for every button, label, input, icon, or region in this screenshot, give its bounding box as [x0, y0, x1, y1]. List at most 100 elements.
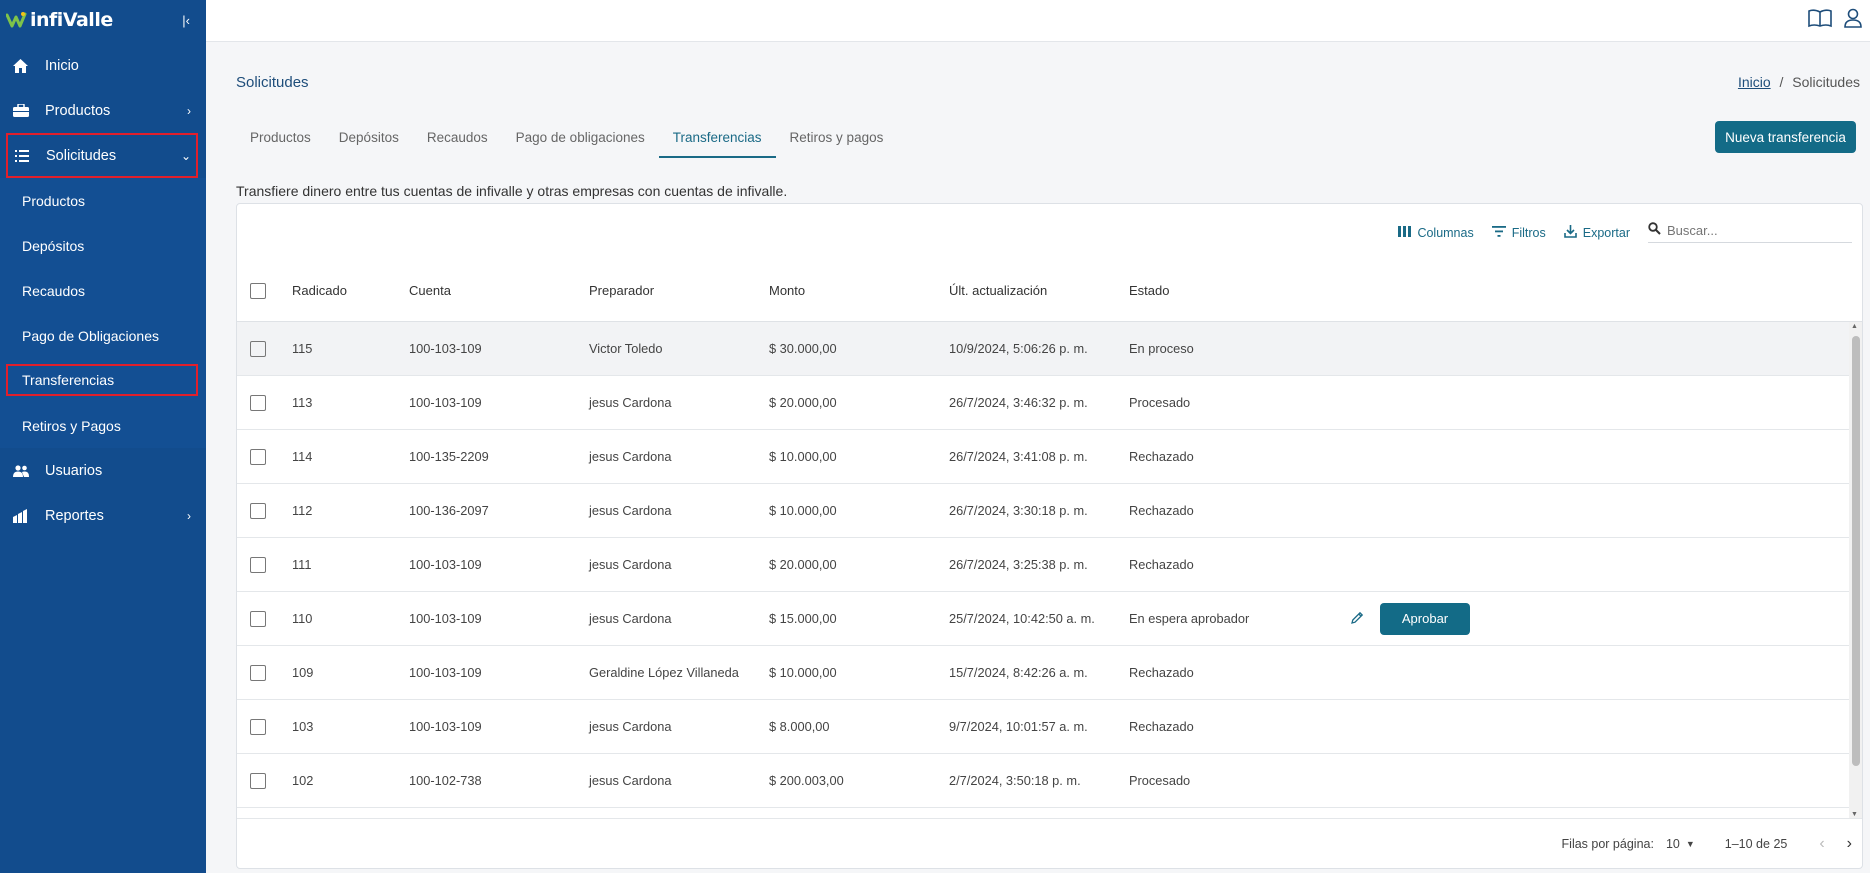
next-page-icon[interactable]: ›: [1847, 835, 1852, 853]
columns-button[interactable]: Columnas: [1398, 225, 1474, 240]
sidebar-header: infiValle |‹: [0, 0, 206, 40]
user-icon[interactable]: [1844, 8, 1862, 33]
table-row[interactable]: 112 100-136-2097 jesus Cardona $ 10.000,…: [237, 484, 1851, 538]
row-checkbox[interactable]: [250, 502, 266, 519]
scrollbar-thumb[interactable]: [1852, 336, 1860, 766]
chart-icon: [12, 507, 29, 524]
app-logo[interactable]: infiValle: [6, 9, 113, 31]
row-checkbox[interactable]: [250, 448, 266, 465]
filters-button[interactable]: Filtros: [1491, 225, 1546, 240]
column-header-cuenta[interactable]: Cuenta: [409, 283, 589, 298]
cell-radicado: 110: [292, 611, 313, 626]
cell-cuenta: 100-136-2097: [409, 503, 489, 518]
cell-actualizacion: 2/7/2024, 3:50:18 p. m.: [949, 773, 1081, 788]
cell-radicado: 103: [292, 719, 314, 734]
prev-page-icon[interactable]: ‹: [1819, 835, 1824, 853]
tab-depositos[interactable]: Depósitos: [325, 118, 413, 158]
row-checkbox[interactable]: [250, 772, 266, 789]
vertical-scrollbar[interactable]: ▲ ▼: [1849, 322, 1862, 819]
new-transfer-button[interactable]: Nueva transferencia: [1715, 121, 1856, 153]
columns-icon: [1398, 225, 1412, 240]
row-checkbox[interactable]: [250, 556, 266, 573]
pager-buttons: ‹ ›: [1819, 835, 1852, 853]
cell-monto: $ 10.000,00: [769, 449, 837, 464]
sidebar-subitem-transferencias[interactable]: Transferencias: [6, 364, 198, 396]
logo-mark-icon: [6, 12, 27, 28]
tab-retiros-pagos[interactable]: Retiros y pagos: [776, 118, 898, 158]
cell-preparador: Victor Toledo: [589, 341, 663, 356]
search-input[interactable]: [1667, 222, 1837, 238]
tab-transferencias[interactable]: Transferencias: [658, 118, 776, 158]
breadcrumb-current: Solicitudes: [1792, 74, 1860, 90]
scroll-down-icon[interactable]: ▼: [1851, 811, 1858, 818]
cell-estado: Rechazado: [1129, 665, 1194, 680]
column-header-monto[interactable]: Monto: [769, 283, 949, 298]
tab-productos[interactable]: Productos: [236, 118, 325, 158]
edit-pencil-icon[interactable]: [1350, 611, 1366, 627]
table-row[interactable]: 110 100-103-109 jesus Cardona $ 15.000,0…: [237, 592, 1851, 646]
list-icon: [13, 147, 30, 164]
breadcrumb-home-link[interactable]: Inicio: [1738, 74, 1771, 90]
cell-cuenta: 100-103-109: [409, 341, 482, 356]
tab-pago-obligaciones[interactable]: Pago de obligaciones: [502, 118, 659, 158]
column-header-actualizacion[interactable]: Últ. actualización: [949, 283, 1129, 298]
book-icon[interactable]: [1808, 8, 1832, 33]
sidebar-item-usuarios[interactable]: Usuarios: [0, 448, 206, 493]
table-row[interactable]: 115 100-103-109 Victor Toledo $ 30.000,0…: [237, 322, 1851, 376]
export-button[interactable]: Exportar: [1563, 224, 1630, 241]
table-row[interactable]: 111 100-103-109 jesus Cardona $ 20.000,0…: [237, 538, 1851, 592]
table-header: Radicado Cuenta Preparador Monto Últ. ac…: [237, 260, 1862, 322]
sidebar-subitem-recaudos[interactable]: Recaudos: [0, 268, 206, 313]
dropdown-arrow-icon: ▼: [1685, 838, 1695, 849]
row-checkbox[interactable]: [250, 664, 266, 681]
rows-per-page-select[interactable]: 10 ▼: [1666, 837, 1695, 851]
briefcase-icon: [12, 102, 29, 119]
sidebar-subitem-depositos[interactable]: Depósitos: [0, 223, 206, 268]
table-row[interactable]: 103 100-103-109 jesus Cardona $ 8.000,00…: [237, 700, 1851, 754]
table-row[interactable]: 102 100-102-738 jesus Cardona $ 200.003,…: [237, 754, 1851, 808]
scroll-up-icon[interactable]: ▲: [1851, 323, 1858, 330]
table-row[interactable]: 114 100-135-2209 jesus Cardona $ 10.000,…: [237, 430, 1851, 484]
sidebar-subitem-retiros-pagos[interactable]: Retiros y Pagos: [0, 403, 206, 448]
row-checkbox[interactable]: [250, 718, 266, 735]
users-icon: [12, 462, 29, 479]
cell-preparador: jesus Cardona: [589, 719, 672, 734]
table-row[interactable]: 109 100-103-109 Geraldine López Villaned…: [237, 646, 1851, 700]
select-all-checkbox[interactable]: [250, 282, 266, 299]
sidebar-item-reportes[interactable]: Reportes ›: [0, 493, 206, 538]
cell-estado: Procesado: [1129, 773, 1191, 788]
sidebar-item-label: Inicio: [45, 57, 79, 74]
cell-radicado: 111: [292, 557, 312, 572]
cell-actualizacion: 26/7/2024, 3:46:32 p. m.: [949, 395, 1088, 410]
row-checkbox[interactable]: [250, 610, 266, 627]
column-header-radicado[interactable]: Radicado: [292, 283, 409, 298]
cell-estado: En espera aprobador: [1129, 611, 1250, 626]
cell-radicado: 102: [292, 773, 314, 788]
cell-radicado: 109: [292, 665, 314, 680]
cell-monto: $ 200.003,00: [769, 773, 844, 788]
sidebar-subitem-label: Productos: [22, 192, 86, 209]
tab-recaudos[interactable]: Recaudos: [413, 118, 502, 158]
cell-monto: $ 15.000,00: [769, 611, 837, 626]
approve-button[interactable]: Aprobar: [1380, 602, 1470, 635]
sidebar-item-solicitudes[interactable]: Solicitudes ⌄: [6, 133, 198, 178]
sidebar: infiValle |‹ Inicio Productos › Solicitu…: [0, 0, 206, 873]
cell-cuenta: 100-102-738: [409, 773, 482, 788]
column-header-estado[interactable]: Estado: [1129, 283, 1329, 298]
row-checkbox[interactable]: [250, 394, 266, 411]
sidebar-subitem-label: Pago de Obligaciones: [22, 327, 159, 344]
page-description: Transfiere dinero entre tus cuentas de i…: [236, 183, 788, 199]
table-row[interactable]: 113 100-103-109 jesus Cardona $ 20.000,0…: [237, 376, 1851, 430]
sidebar-subitem-pago-obligaciones[interactable]: Pago de Obligaciones: [0, 313, 206, 358]
sidebar-item-productos[interactable]: Productos ›: [0, 88, 206, 133]
sidebar-subitem-label: Retiros y Pagos: [22, 417, 121, 434]
cell-preparador: Geraldine López Villaneda: [589, 665, 739, 680]
sidebar-subitem-productos[interactable]: Productos: [0, 178, 206, 223]
sidebar-item-inicio[interactable]: Inicio: [0, 43, 206, 88]
cell-actualizacion: 26/7/2024, 3:41:08 p. m.: [949, 449, 1088, 464]
column-header-preparador[interactable]: Preparador: [589, 283, 769, 298]
cell-estado: Rechazado: [1129, 557, 1194, 572]
collapse-left-icon[interactable]: |‹: [182, 13, 190, 28]
cell-monto: $ 20.000,00: [769, 557, 837, 572]
row-checkbox[interactable]: [250, 340, 266, 357]
